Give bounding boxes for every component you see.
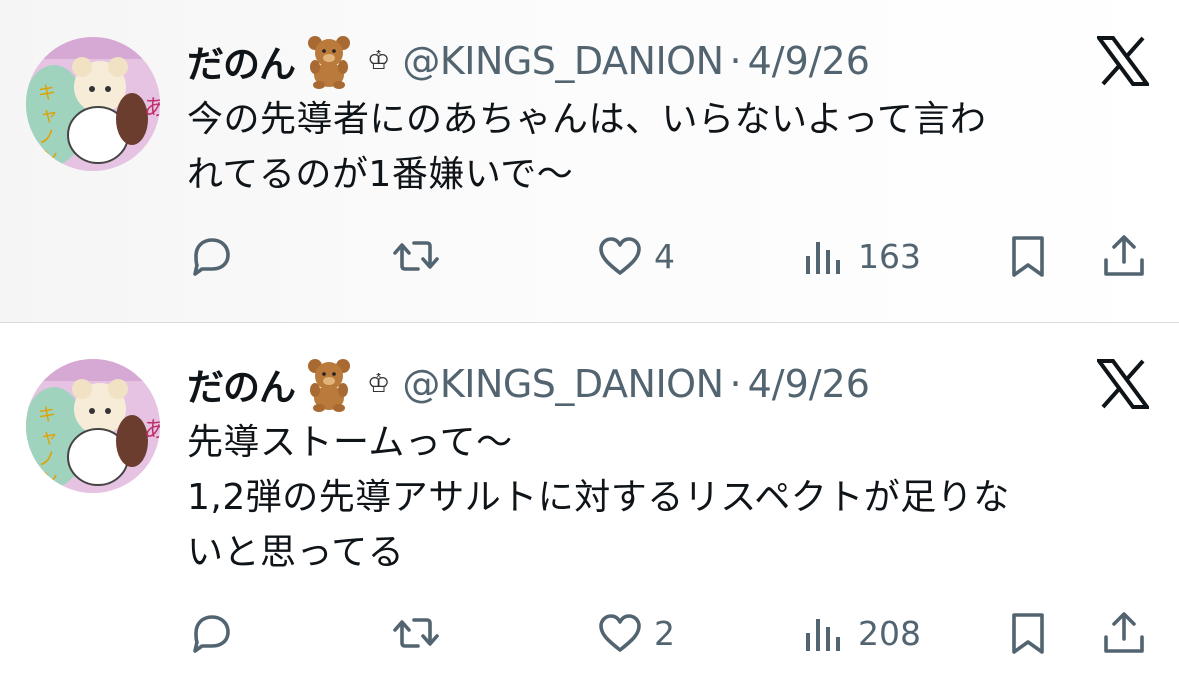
- speech-bubble-icon: [193, 238, 230, 276]
- repost-button[interactable]: [392, 231, 440, 281]
- view-count: 163: [858, 236, 921, 276]
- verified-crown-icon: ♔: [367, 46, 391, 76]
- bar-chart-icon: [806, 619, 840, 651]
- tweet-text: 今の先導者にのあちゃんは、いらないよって言わ れてるのが1番嫌いで〜: [187, 92, 986, 202]
- bookmark-icon: [1012, 236, 1044, 277]
- tweet-text: 先導ストームって〜 1,2弾の先導アサルトに対するリスペクトが足りな いと思って…: [187, 415, 1010, 580]
- tweet[interactable]: キ ャ ノ ン あ だのん ♔ @: [0, 323, 1179, 696]
- verified-crown-icon: ♔: [367, 369, 391, 399]
- views-button[interactable]: 163: [800, 231, 921, 281]
- bookmark-button[interactable]: [1004, 231, 1052, 281]
- tweet-text-line: 先導ストームって〜: [187, 422, 513, 463]
- like-count: 4: [654, 236, 675, 276]
- speech-bubble-icon: [193, 615, 230, 653]
- author-name[interactable]: だのん: [187, 34, 296, 88]
- views-button[interactable]: 208: [800, 608, 921, 658]
- svg-text:キ: キ: [38, 83, 56, 104]
- svg-text:キ: キ: [38, 405, 56, 426]
- reply-button[interactable]: [186, 608, 234, 658]
- share-button[interactable]: [1100, 608, 1148, 658]
- avatar[interactable]: キ ャ ノ ン あ: [26, 359, 160, 493]
- author-handle[interactable]: @KINGS_DANION: [402, 39, 724, 83]
- teddy-bear-emoji: [308, 359, 350, 412]
- action-bar: 2 208: [0, 608, 1179, 658]
- author-name[interactable]: だのん: [187, 357, 296, 411]
- bookmark-button[interactable]: [1004, 608, 1052, 658]
- tweet-date[interactable]: 4/9/26: [748, 39, 870, 83]
- repost-arrows-icon: [393, 241, 439, 271]
- heart-icon: [599, 614, 641, 652]
- svg-text:ノ: ノ: [38, 127, 56, 148]
- separator-dot: ·: [729, 362, 742, 406]
- heart-icon: [599, 237, 641, 275]
- avatar[interactable]: キ ャ ノ ン あ: [26, 37, 160, 171]
- like-count: 2: [654, 613, 675, 653]
- svg-text:あ: あ: [144, 418, 160, 443]
- svg-text:ャ: ャ: [40, 427, 58, 448]
- tweet-date[interactable]: 4/9/26: [748, 362, 870, 406]
- bar-chart-icon: [806, 242, 840, 274]
- separator-dot: ·: [729, 39, 742, 83]
- tweet-text-line: 今の先導者にのあちゃんは、いらないよって言わ: [187, 99, 987, 140]
- bookmark-icon: [1012, 613, 1044, 654]
- author-handle[interactable]: @KINGS_DANION: [402, 362, 724, 406]
- share-icon: [1104, 612, 1144, 653]
- tweet-text-line: れてるのが1番嫌いで〜: [187, 154, 574, 195]
- view-count: 208: [858, 613, 921, 653]
- share-icon: [1104, 235, 1144, 276]
- avatar-image: キ ャ ノ ン あ: [26, 37, 160, 171]
- svg-text:ャ: ャ: [40, 105, 58, 126]
- teddy-bear-emoji: [308, 36, 350, 89]
- action-bar: 4 163: [0, 231, 1179, 281]
- like-button[interactable]: 4: [596, 231, 675, 281]
- like-button[interactable]: 2: [596, 608, 675, 658]
- x-logo-icon[interactable]: [1097, 36, 1149, 86]
- svg-text:ン: ン: [40, 469, 58, 490]
- svg-text:ン: ン: [40, 147, 58, 168]
- avatar-image: キ ャ ノ ン あ: [26, 359, 160, 493]
- repost-arrows-icon: [393, 618, 439, 648]
- x-logo-icon[interactable]: [1097, 359, 1149, 409]
- reply-button[interactable]: [186, 231, 234, 281]
- svg-text:あ: あ: [144, 96, 160, 121]
- svg-text:ノ: ノ: [38, 449, 56, 470]
- tweet-text-line: 1,2弾の先導アサルトに対するリスペクトが足りな: [187, 477, 1010, 518]
- tweet[interactable]: キ ャ ノ ン あ だのん ♔ @: [0, 0, 1179, 322]
- tweet-text-line: いと思ってる: [187, 532, 405, 573]
- repost-button[interactable]: [392, 608, 440, 658]
- share-button[interactable]: [1100, 231, 1148, 281]
